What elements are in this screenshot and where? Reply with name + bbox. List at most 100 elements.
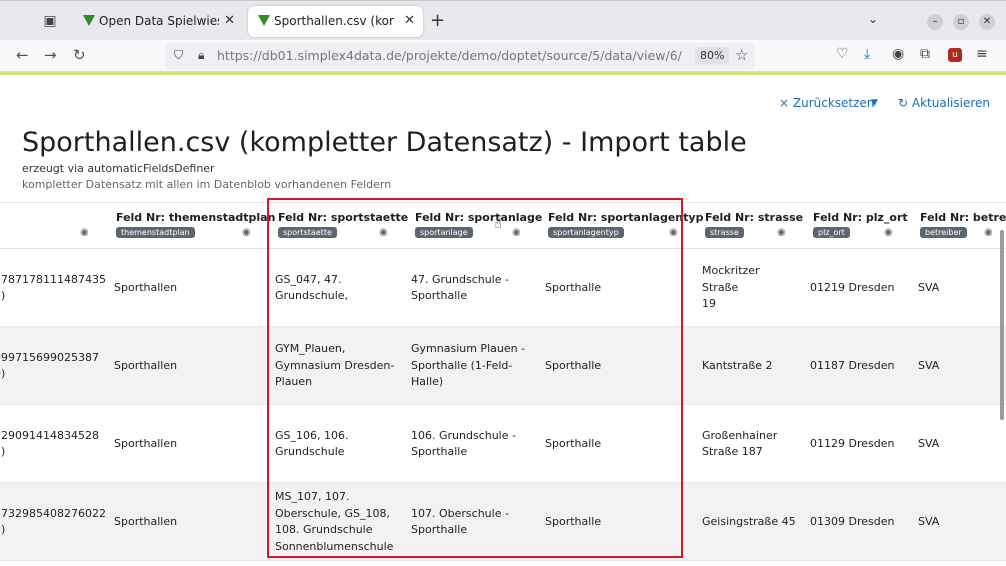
cell-text: 01129 Dresden [810,436,895,450]
column-strasse: Feld Nr: strasse strasse ◉ Mockritzer Straß… [697,203,805,566]
browser-tab-open-data[interactable]: Open Data Spielwiese - Q ✕ [73,6,243,37]
cell-text: 999715699025387 9) [0,350,99,381]
cell-text: 01187 Dresden [810,358,895,372]
url-text[interactable]: https://db01.simplex4data.de/projekte/de… [217,48,682,63]
cell-text: MS_107, 107. Oberschule, GS_108, 108. Gr… [275,490,394,553]
zoom-level-badge[interactable]: 80% [695,47,730,64]
table-cell-strasse: Kantstraße 2 [702,327,805,405]
table-cell-betreiber: SVA [918,405,1006,483]
field-tag-badge: plz_ort [813,227,850,238]
cell-text: 5732985408276022 1) [0,506,106,537]
lock-icon[interactable]: 🔒︎ [198,48,204,63]
forward-arrow-icon[interactable]: → [44,46,57,64]
table-cell-themenstadtplan: Sporthallen [114,405,270,483]
field-tag-badge: sportanlagentyp [548,227,624,238]
column-header-sportanlagentyp[interactable]: Feld Nr: sportanlagentyp sportanlagentyp ◉ [540,203,703,249]
table-cell-plz-ort: 01129 Dresden [810,405,912,483]
minimize-window-icon[interactable]: – [927,14,943,30]
table-cell-sportanlage: 47. Grundschule - Sporthalle [411,249,540,327]
menu-hamburger-icon[interactable]: ≡ [976,46,988,62]
table-cell-id: 5732985408276022 1) [0,483,108,561]
table-cell-sportanlage: 106. Grundschule - Sporthalle [411,405,540,483]
download-icon[interactable]: ⤓ [864,46,870,62]
ublock-extension-icon[interactable]: u [948,48,962,62]
account-icon[interactable]: ◉ [892,46,904,62]
table-cell-themenstadtplan: Sporthallen [114,483,270,561]
browser-nav-bar: ← → ↻ ⛉ 🔒︎ https://db01.simplex4data.de/… [0,40,1006,72]
cell-text: 729091414834528 2) [0,428,99,459]
table-cell-betreiber: SVA [918,327,1006,405]
page-scrollbar[interactable] [1000,230,1004,420]
table-cell-sportanlagentyp: Sporthalle [545,405,697,483]
column-header-label: Feld Nr: sportanlage [415,211,543,224]
eye-icon[interactable]: ◉ [777,227,786,238]
cell-text: Kantstraße 2 [702,358,773,372]
tab-list-icon[interactable]: ▣ [40,12,60,30]
table-cell-sportanlagentyp: Sporthalle [545,483,697,561]
column-header-label: Feld Nr: betreiber [920,211,1006,224]
eye-icon[interactable]: ◉ [80,227,89,238]
reset-button[interactable]: × Zurücksetzen [779,96,874,110]
column-sportanlage: Feld Nr: sportanlage sportanlage ◉ 47. Grun… [407,203,543,566]
close-window-icon[interactable]: ✕ [979,14,995,30]
refresh-button[interactable]: ↻ Aktualisieren [898,96,990,110]
table-cell-id: 729091414834528 2) [0,405,108,483]
eye-icon[interactable]: ◉ [242,227,251,238]
cell-text: SVA [918,358,940,372]
column-header-sportanlage[interactable]: Feld Nr: sportanlage sportanlage ◉ [407,203,543,249]
cell-text: GS_047, 47. Grundschule, [275,272,349,303]
table-cell-sportanlagentyp: Sporthalle [545,249,697,327]
extensions-icon[interactable]: ⧉ [920,46,930,62]
pocket-icon[interactable]: ♡ [836,46,849,62]
table-cell-themenstadtplan: Sporthallen [114,327,270,405]
reload-icon[interactable]: ↻ [73,46,86,64]
tab-title: Sporthallen.csv (komplett [274,14,394,28]
column-header-label: Feld Nr: themenstadtplan [116,211,276,224]
eye-icon[interactable]: ◉ [984,227,993,238]
column-sportstaette: Feld Nr: sportstaette sportstaette ◉ GS_047… [270,203,408,566]
cell-text: Mockritzer Straße 19 [702,264,760,311]
column-header-label: Feld Nr: plz_ort [813,211,908,224]
eye-icon[interactable]: ◉ [669,227,678,238]
import-data-table: ◉ 1787178111487435 5) 999715699025387 9) 72… [0,202,1006,566]
field-tag-badge: sportstaette [278,227,337,238]
column-header-id[interactable]: ◉ [0,203,108,249]
bookmark-star-icon[interactable]: ☆ [735,46,748,64]
shield-icon[interactable]: ⛉ [174,48,183,63]
column-id: ◉ 1787178111487435 5) 999715699025387 9) 72… [0,203,108,566]
close-tab-icon[interactable]: ✕ [404,13,415,28]
cell-text: GYM_Plauen, Gymnasium Dresden- Plauen [275,342,395,389]
cell-text: Sporthallen [114,280,178,294]
column-header-sportstaette[interactable]: Feld Nr: sportstaette sportstaette ◉ [270,203,408,249]
cell-text: Geisingstraße 45 [702,514,796,528]
cell-text: Sporthalle [545,514,602,528]
table-cell-plz-ort: 01187 Dresden [810,327,912,405]
column-header-themenstadtplan[interactable]: Feld Nr: themenstadtplan themenstadtplan ◉ [108,203,275,249]
cell-text: SVA [918,280,940,294]
reset-options-dropdown[interactable]: ▼ [871,98,878,108]
field-tag-badge: strasse [705,227,744,238]
page-subtitle: erzeugt via automaticFieldsDefiner [22,162,215,175]
eye-icon[interactable]: ◉ [512,227,521,238]
cell-text: GS_106, 106. Grundschule [275,428,349,459]
cell-text: Sporthalle [545,358,602,372]
new-tab-icon[interactable]: + [430,10,445,31]
table-cell-strasse: Großenhainer Straße 187 [702,405,805,483]
column-betreiber: Feld Nr: betreiber betreiber ◉ SVA SVA SVA SVA [912,203,1006,566]
eye-icon[interactable]: ◉ [884,227,893,238]
column-header-betreiber[interactable]: Feld Nr: betreiber betreiber ◉ [912,203,1006,249]
maximize-window-icon[interactable]: ▫ [953,14,969,30]
table-cell-strasse: Mockritzer Straße 19 [702,249,805,327]
eye-icon[interactable]: ◉ [379,227,388,238]
column-header-plz-ort[interactable]: Feld Nr: plz_ort plz_ort ◉ [805,203,912,249]
close-tab-icon[interactable]: ✕ [224,13,235,28]
cell-text: Gymnasium Plauen - Sporthalle (1-Feld-Ha… [411,342,526,389]
page-description: kompletter Datensatz mit allen im Datenb… [22,178,392,191]
browser-tab-sporthallen[interactable]: Sporthallen.csv (komplett ✕ [248,6,423,37]
table-cell-betreiber: SVA [918,483,1006,561]
back-arrow-icon[interactable]: ← [16,46,29,64]
column-header-strasse[interactable]: Feld Nr: strasse strasse ◉ [697,203,805,249]
address-bar[interactable]: ⛉ 🔒︎ https://db01.simplex4data.de/projek… [165,43,755,69]
table-cell-themenstadtplan: Sporthallen [114,249,270,327]
chevron-down-icon[interactable]: ⌄ [868,12,878,26]
